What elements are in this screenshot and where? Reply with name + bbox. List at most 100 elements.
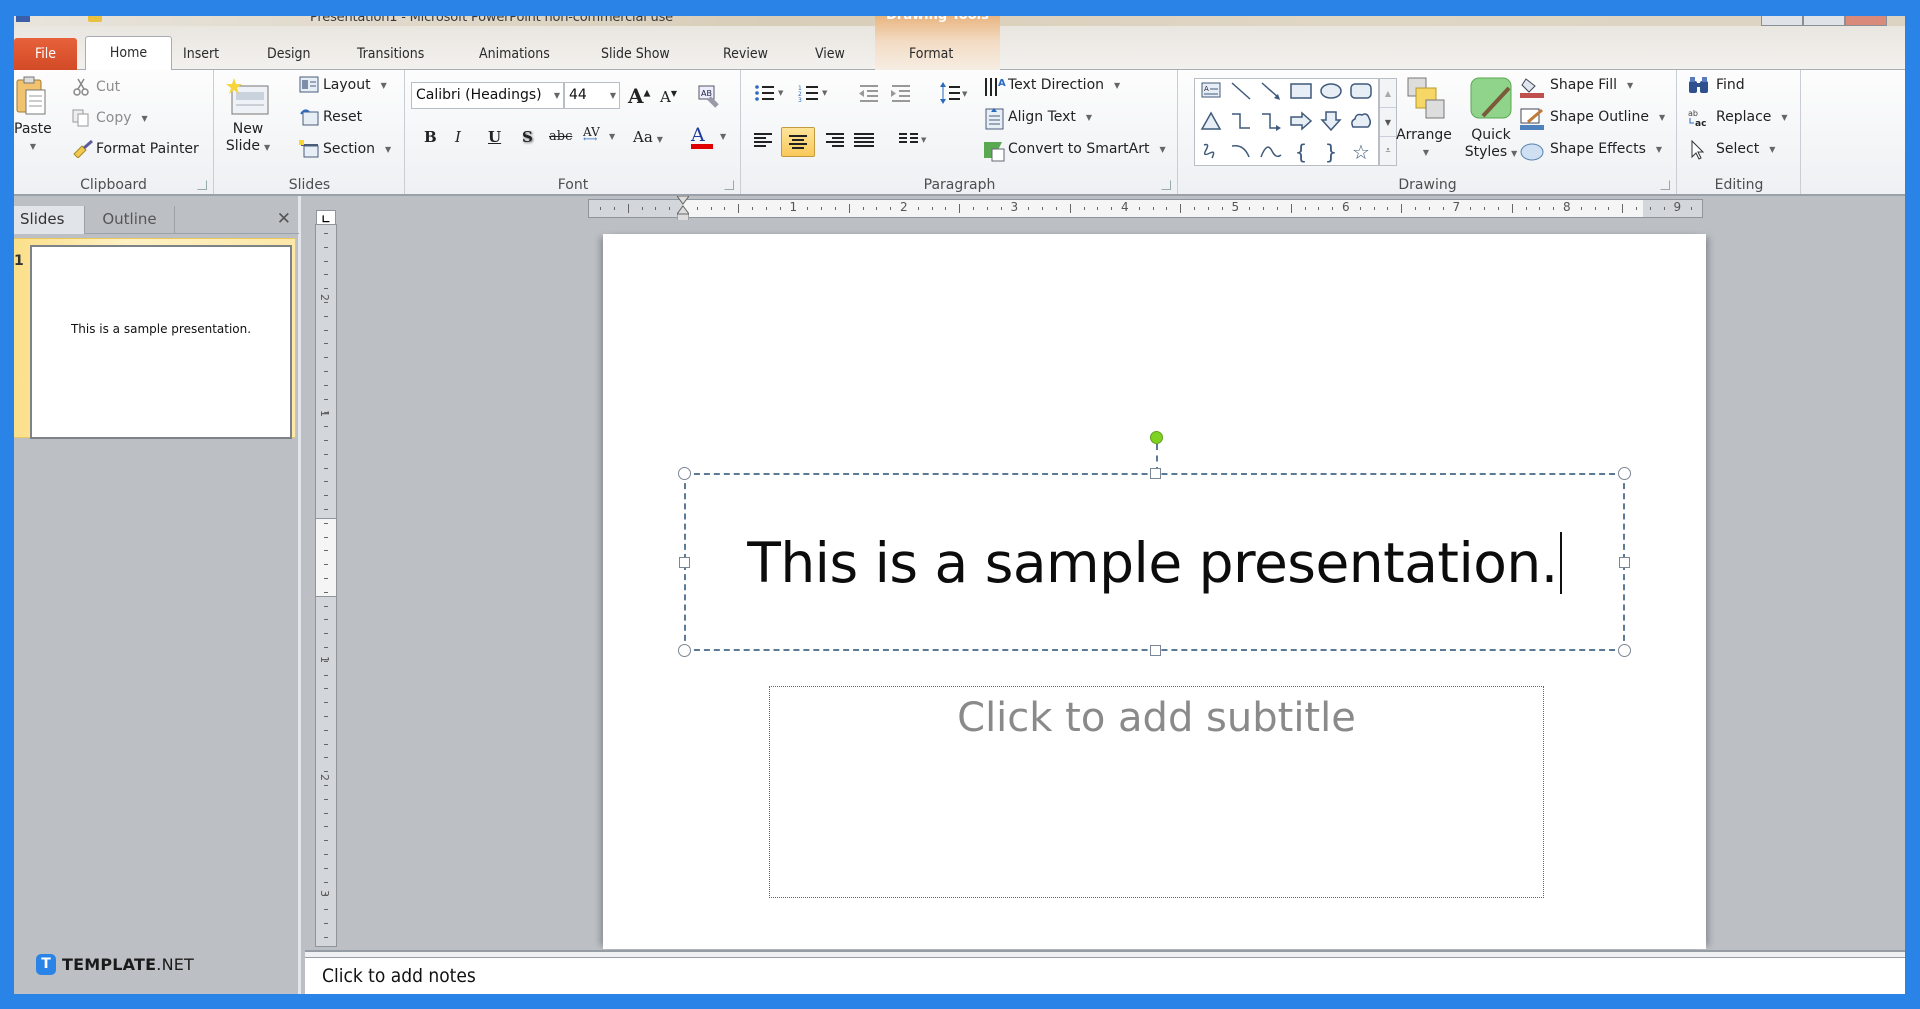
font-size-select[interactable]: 44 ▼	[564, 82, 620, 109]
columns-button[interactable]: ▼	[899, 132, 933, 150]
format-painter-button[interactable]: Format Painter	[72, 139, 199, 159]
slide-title[interactable]: This is a sample presentation.	[686, 531, 1623, 595]
shape-rounded-rectangle-icon[interactable]	[1349, 81, 1373, 103]
close-panel-icon[interactable]: ✕	[277, 209, 291, 229]
rotation-handle[interactable]	[1150, 431, 1163, 444]
shape-elbow-connector-icon[interactable]	[1229, 111, 1253, 133]
new-slide-dropdown-arrow[interactable]: ▼	[264, 143, 270, 152]
text-direction-button[interactable]: A Text Direction ▼	[984, 76, 1120, 96]
tab-insert[interactable]: Insert	[183, 46, 219, 62]
tab-slides[interactable]: Slides	[14, 206, 85, 234]
convert-smartart-button[interactable]: Convert to SmartArt ▼	[984, 140, 1166, 162]
grow-font-button[interactable]: A▲	[628, 84, 650, 108]
save-icon[interactable]	[16, 16, 30, 22]
drawing-dialog-launcher[interactable]	[1660, 180, 1670, 190]
open-icon[interactable]	[88, 16, 102, 22]
shape-down-arrow-icon[interactable]	[1319, 111, 1343, 133]
tab-file[interactable]: File	[14, 38, 77, 70]
shape-cloud-icon[interactable]	[1349, 111, 1373, 133]
paragraph-dialog-launcher[interactable]	[1161, 180, 1171, 190]
close-window-button[interactable]	[1845, 16, 1887, 26]
shape-effects-dropdown-arrow[interactable]: ▼	[1656, 145, 1662, 154]
replace-button[interactable]: ab ac Replace ▼	[1688, 108, 1788, 129]
maximize-button[interactable]	[1803, 16, 1845, 26]
shape-effects-button[interactable]: Shape Effects ▼	[1520, 140, 1662, 161]
tab-outline[interactable]: Outline	[85, 206, 175, 234]
shape-text-box-icon[interactable]: A	[1199, 81, 1223, 103]
copy-dropdown-arrow[interactable]: ▼	[142, 114, 148, 123]
tab-design[interactable]: Design	[267, 46, 311, 62]
resize-handle-top-right[interactable]	[1618, 467, 1631, 480]
resize-handle-top[interactable]	[1150, 468, 1161, 479]
clipboard-dialog-launcher[interactable]	[197, 180, 207, 190]
paste-dropdown-arrow[interactable]: ▼	[18, 138, 48, 155]
cut-button[interactable]: Cut	[72, 78, 120, 96]
quick-styles-button[interactable]: Quick Styles ▼	[1461, 76, 1521, 162]
notes-splitter[interactable]	[305, 950, 1905, 958]
shape-right-arrow-icon[interactable]	[1289, 111, 1313, 133]
layout-button[interactable]: Layout ▼	[299, 76, 387, 94]
section-button[interactable]: Section ▼	[299, 140, 391, 158]
arrange-button[interactable]: Arrange ▼	[1391, 76, 1457, 161]
new-slide-button[interactable]: New Slide ▼	[223, 78, 273, 156]
font-color-dropdown-arrow[interactable]: ▼	[720, 132, 726, 141]
font-name-select[interactable]: Calibri (Headings) ▼	[411, 82, 564, 109]
horizontal-ruler[interactable]: 1 2 3 4 5 6 7 8 9	[588, 195, 1703, 222]
subtitle-placeholder[interactable]: Click to add subtitle	[769, 686, 1544, 898]
shape-star-icon[interactable]: ☆	[1349, 141, 1373, 163]
resize-handle-top-left[interactable]	[678, 467, 691, 480]
shape-fill-button[interactable]: Shape Fill ▼	[1520, 76, 1633, 98]
convert-smartart-dropdown-arrow[interactable]: ▼	[1159, 145, 1165, 154]
shape-arrow-line-icon[interactable]	[1259, 81, 1283, 103]
italic-button[interactable]: I	[455, 128, 461, 146]
undo-icon[interactable]	[52, 16, 66, 22]
text-direction-dropdown-arrow[interactable]: ▼	[1114, 81, 1120, 90]
bold-button[interactable]: B	[424, 128, 437, 146]
slide[interactable]: This is a sample presentation. Click to …	[603, 234, 1706, 949]
shape-elbow-arrow-icon[interactable]	[1259, 111, 1283, 133]
shape-line-icon[interactable]	[1229, 81, 1253, 103]
numbering-button[interactable]: 1 2 3 ▼	[798, 84, 828, 104]
tab-transitions[interactable]: Transitions	[357, 46, 424, 62]
tab-home[interactable]: Home	[85, 36, 172, 71]
section-dropdown-arrow[interactable]: ▼	[385, 145, 391, 154]
title-placeholder[interactable]: This is a sample presentation.	[678, 431, 1631, 657]
shape-freeform-icon[interactable]	[1199, 141, 1223, 163]
increase-indent-button[interactable]	[890, 84, 912, 102]
quick-styles-dropdown-arrow[interactable]: ▼	[1511, 149, 1517, 158]
replace-dropdown-arrow[interactable]: ▼	[1781, 113, 1787, 122]
reset-button[interactable]: Reset	[299, 108, 362, 126]
indent-marker[interactable]	[676, 195, 690, 222]
resize-handle-bottom[interactable]	[1150, 645, 1161, 656]
align-left-button[interactable]	[754, 132, 776, 150]
tab-animations[interactable]: Animations	[479, 46, 550, 62]
copy-button[interactable]: Copy ▼	[72, 109, 148, 127]
align-right-button[interactable]	[824, 132, 846, 150]
resize-handle-bottom-right[interactable]	[1618, 644, 1631, 657]
shape-outline-button[interactable]: Shape Outline ▼	[1520, 108, 1665, 130]
notes-pane[interactable]: Click to add notes	[305, 958, 1905, 994]
align-center-button[interactable]	[781, 127, 815, 157]
font-color-button[interactable]: A	[691, 124, 713, 149]
tab-format[interactable]: Format	[909, 46, 953, 62]
clear-formatting-button[interactable]: AB	[697, 84, 721, 108]
shape-right-brace-icon[interactable]: }	[1319, 141, 1343, 163]
find-button[interactable]: Find	[1688, 76, 1745, 94]
shrink-font-button[interactable]: A▼	[660, 88, 677, 106]
tab-slide-show[interactable]: Slide Show	[601, 46, 670, 62]
shape-rectangle-icon[interactable]	[1289, 81, 1313, 103]
shape-oval-icon[interactable]	[1319, 81, 1343, 103]
shadow-button[interactable]: S	[522, 128, 533, 146]
paste-button[interactable]: Paste ▼	[14, 76, 52, 155]
strikethrough-button[interactable]: abc	[549, 129, 572, 144]
shape-fill-dropdown-arrow[interactable]: ▼	[1627, 81, 1633, 90]
arrange-dropdown-arrow[interactable]: ▼	[1395, 144, 1457, 161]
font-name-dropdown-arrow[interactable]: ▼	[554, 83, 560, 108]
bullets-button[interactable]: ▼	[754, 84, 784, 102]
resize-handle-bottom-left[interactable]	[678, 644, 691, 657]
vertical-ruler[interactable]: 2 1 1 2 3	[315, 224, 337, 947]
shape-arc-icon[interactable]	[1229, 141, 1253, 163]
tab-review[interactable]: Review	[723, 46, 768, 62]
change-case-dropdown-arrow[interactable]: ▼	[657, 135, 663, 144]
underline-button[interactable]: U	[488, 128, 501, 146]
